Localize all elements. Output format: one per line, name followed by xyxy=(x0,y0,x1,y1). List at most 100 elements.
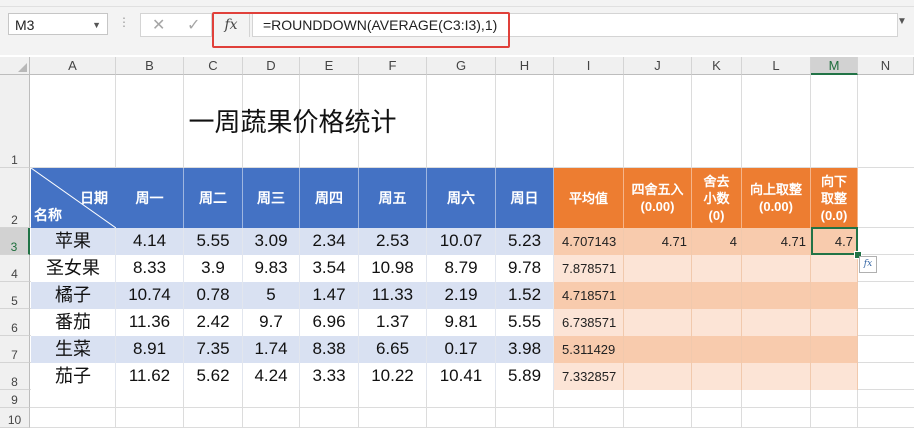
trunc-cell[interactable] xyxy=(692,363,742,390)
day-header[interactable]: 周三 xyxy=(243,168,300,228)
name-box[interactable]: M3 ▼ xyxy=(8,13,108,35)
trunc-cell[interactable]: 4 xyxy=(692,228,742,255)
day-header[interactable]: 周二 xyxy=(184,168,243,228)
price-cell[interactable]: 10.07 xyxy=(427,228,496,255)
row-header-2[interactable]: 2 xyxy=(0,168,30,228)
price-cell[interactable]: 9.81 xyxy=(427,309,496,336)
column-header-n[interactable]: N xyxy=(858,57,914,75)
column-header-g[interactable]: G xyxy=(427,57,496,75)
price-cell[interactable]: 8.38 xyxy=(300,336,359,363)
row-header-7[interactable]: 7 xyxy=(0,336,30,363)
price-cell[interactable]: 3.98 xyxy=(496,336,554,363)
price-cell[interactable]: 1.52 xyxy=(496,282,554,309)
column-header-k[interactable]: K xyxy=(692,57,742,75)
avg-cell[interactable]: 4.707143 xyxy=(554,228,624,255)
column-header-c[interactable]: C xyxy=(184,57,243,75)
price-cell[interactable]: 6.96 xyxy=(300,309,359,336)
price-cell[interactable]: 0.78 xyxy=(184,282,243,309)
price-cell[interactable]: 10.41 xyxy=(427,363,496,390)
price-cell[interactable]: 2.42 xyxy=(184,309,243,336)
round-cell[interactable] xyxy=(624,309,692,336)
price-cell[interactable]: 5 xyxy=(243,282,300,309)
item-name[interactable]: 茄子 xyxy=(31,363,116,390)
trunc-cell[interactable] xyxy=(692,282,742,309)
price-cell[interactable]: 6.65 xyxy=(359,336,427,363)
row-header-4[interactable]: 4 xyxy=(0,255,30,282)
trunc-cell[interactable] xyxy=(692,336,742,363)
price-cell[interactable]: 8.79 xyxy=(427,255,496,282)
price-cell[interactable]: 5.55 xyxy=(496,309,554,336)
cancel-icon[interactable]: ✕ xyxy=(152,15,165,35)
calc-header[interactable]: 平均值 xyxy=(554,168,624,228)
price-cell[interactable]: 4.14 xyxy=(116,228,184,255)
day-header[interactable]: 周四 xyxy=(300,168,359,228)
round-cell[interactable] xyxy=(624,363,692,390)
price-cell[interactable]: 10.98 xyxy=(359,255,427,282)
row-header-8[interactable]: 8 xyxy=(0,363,30,390)
round-cell[interactable] xyxy=(624,255,692,282)
price-cell[interactable]: 1.47 xyxy=(300,282,359,309)
calc-header[interactable]: 向下 取整 (0.0) xyxy=(811,168,858,228)
roundup-cell[interactable] xyxy=(742,363,811,390)
price-cell[interactable]: 2.19 xyxy=(427,282,496,309)
rounddown-cell[interactable] xyxy=(811,282,858,309)
column-header-d[interactable]: D xyxy=(243,57,300,75)
price-cell[interactable]: 3.9 xyxy=(184,255,243,282)
quick-analysis-icon[interactable]: fx xyxy=(859,256,877,273)
price-cell[interactable]: 4.24 xyxy=(243,363,300,390)
row-header-5[interactable]: 5 xyxy=(0,282,30,309)
round-cell[interactable] xyxy=(624,282,692,309)
calc-header[interactable]: 四舍五入 (0.00) xyxy=(624,168,692,228)
price-cell[interactable]: 3.09 xyxy=(243,228,300,255)
calc-header[interactable]: 舍去 小数 (0) xyxy=(692,168,742,228)
round-cell[interactable]: 4.71 xyxy=(624,228,692,255)
roundup-cell[interactable] xyxy=(742,309,811,336)
price-cell[interactable]: 7.35 xyxy=(184,336,243,363)
sheet-title[interactable]: 一周蔬果价格统计 xyxy=(30,76,555,168)
round-cell[interactable] xyxy=(624,336,692,363)
column-header-b[interactable]: B xyxy=(116,57,184,75)
avg-cell[interactable]: 5.311429 xyxy=(554,336,624,363)
item-name[interactable]: 圣女果 xyxy=(31,255,116,282)
calc-header[interactable]: 向上取整 (0.00) xyxy=(742,168,811,228)
expand-formula-bar-icon[interactable]: ▼ xyxy=(897,16,907,27)
chevron-down-icon[interactable]: ▼ xyxy=(92,14,101,36)
day-header[interactable]: 周一 xyxy=(116,168,184,228)
trunc-cell[interactable] xyxy=(692,255,742,282)
drag-handle-icon[interactable]: ⋮ xyxy=(118,15,130,29)
row-header-3[interactable]: 3 xyxy=(0,228,30,255)
day-header[interactable]: 周日 xyxy=(496,168,554,228)
row-header-6[interactable]: 6 xyxy=(0,309,30,336)
price-cell[interactable]: 8.33 xyxy=(116,255,184,282)
rounddown-cell[interactable] xyxy=(811,336,858,363)
price-cell[interactable]: 9.7 xyxy=(243,309,300,336)
avg-cell[interactable]: 6.738571 xyxy=(554,309,624,336)
roundup-cell[interactable] xyxy=(742,255,811,282)
avg-cell[interactable]: 7.332857 xyxy=(554,363,624,390)
column-header-h[interactable]: H xyxy=(496,57,554,75)
price-cell[interactable]: 8.91 xyxy=(116,336,184,363)
row-header-9[interactable]: 9 xyxy=(0,390,30,408)
trunc-cell[interactable] xyxy=(692,309,742,336)
price-cell[interactable]: 9.78 xyxy=(496,255,554,282)
rounddown-cell[interactable] xyxy=(811,363,858,390)
price-cell[interactable]: 5.89 xyxy=(496,363,554,390)
roundup-cell[interactable]: 4.71 xyxy=(742,228,811,255)
column-header-l[interactable]: L xyxy=(742,57,811,75)
price-cell[interactable]: 10.22 xyxy=(359,363,427,390)
day-header[interactable]: 周六 xyxy=(427,168,496,228)
rounddown-cell[interactable] xyxy=(811,309,858,336)
price-cell[interactable]: 1.74 xyxy=(243,336,300,363)
enter-icon[interactable]: ✓ xyxy=(187,15,200,35)
price-cell[interactable]: 2.53 xyxy=(359,228,427,255)
roundup-cell[interactable] xyxy=(742,282,811,309)
price-cell[interactable]: 9.83 xyxy=(243,255,300,282)
day-header[interactable]: 周五 xyxy=(359,168,427,228)
price-cell[interactable]: 3.54 xyxy=(300,255,359,282)
price-cell[interactable]: 1.37 xyxy=(359,309,427,336)
price-cell[interactable]: 2.34 xyxy=(300,228,359,255)
price-cell[interactable]: 11.62 xyxy=(116,363,184,390)
price-cell[interactable]: 5.23 xyxy=(496,228,554,255)
column-header-f[interactable]: F xyxy=(359,57,427,75)
column-header-a[interactable]: A xyxy=(30,57,116,75)
